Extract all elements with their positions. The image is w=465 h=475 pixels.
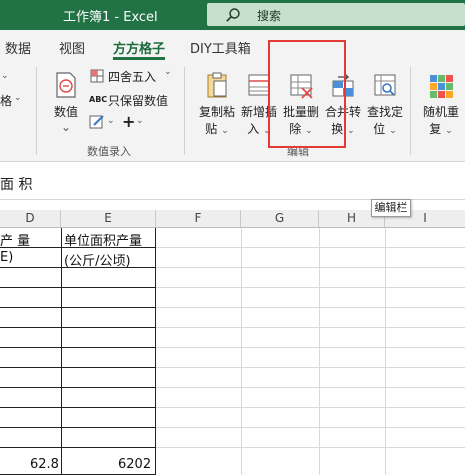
gridline [0, 447, 156, 448]
tab-diy-toolbox[interactable]: DIY工具箱 [190, 38, 251, 57]
column-header-g[interactable]: G [241, 210, 319, 228]
gridline [319, 228, 320, 475]
cell-e-last[interactable]: 6202 [118, 457, 151, 472]
gridline [156, 307, 465, 308]
copy-paste-label-2: 贴 [205, 122, 218, 136]
separator [36, 67, 37, 155]
chevron-down-icon: ⌄ [347, 126, 355, 136]
gridline [156, 247, 465, 248]
formula-bar-tooltip: 编辑栏 [371, 199, 411, 217]
tab-view[interactable]: 视图 [59, 38, 85, 57]
edit-box-icon[interactable] [89, 114, 105, 130]
cell-e1[interactable]: 单位面积产量 [64, 230, 142, 249]
round-chevron[interactable]: ⌄ [164, 67, 172, 77]
find-locate-label: 查找定 [366, 105, 403, 119]
copy-paste-button[interactable]: 复制粘 贴 ⌄ [196, 67, 236, 141]
gridline [156, 367, 465, 368]
title-bar: 工作簿1 - Excel 搜索 [0, 0, 465, 30]
chevron-down-icon: ⌄ [60, 120, 72, 134]
gridline [0, 367, 156, 368]
clipboard-icon [207, 72, 227, 98]
ribbon-tabs: 数据 视图 方方格子 DIY工具箱 [0, 30, 465, 61]
gridline [156, 387, 465, 388]
gridline [241, 228, 242, 475]
chevron-down-icon: ⌄ [221, 126, 229, 136]
search-icon [226, 8, 240, 22]
gridline [0, 427, 156, 428]
cell-d1[interactable]: 产 量 [0, 230, 30, 249]
cell-d2[interactable]: E) [0, 250, 13, 265]
gridline [156, 447, 465, 448]
left-chevron-1[interactable]: ⌄ [1, 71, 9, 81]
search-box[interactable]: 搜索 [207, 3, 465, 26]
gridline [0, 387, 156, 388]
value-icon [56, 72, 76, 98]
gridline [156, 267, 465, 268]
cell-d-last[interactable]: 62.8 [30, 457, 59, 472]
active-tab-indicator [113, 57, 165, 60]
gridline [0, 327, 156, 328]
gridline [156, 287, 465, 288]
separator [184, 67, 185, 155]
add-chevron[interactable]: ⌄ [136, 116, 144, 126]
search-label: 搜索 [257, 9, 282, 23]
random-repeat-label: 随机重 [422, 105, 459, 119]
edit-chevron[interactable]: ⌄ [107, 116, 115, 126]
chevron-down-icon: ⌄ [389, 126, 397, 136]
gridline [0, 287, 156, 288]
column-header-f[interactable]: F [156, 210, 241, 228]
find-locate-label-2: 位 [373, 122, 386, 136]
copy-paste-label: 复制粘 [198, 105, 235, 119]
random-repeat-button[interactable]: 随机重 复 ⌄ [420, 67, 460, 141]
column-header-e[interactable]: E [61, 210, 156, 228]
separator [410, 67, 411, 155]
gridline [0, 407, 156, 408]
gridline [156, 327, 465, 328]
value-button[interactable]: 数值 ⌄ [45, 67, 85, 141]
gridline [0, 347, 156, 348]
left-partial-item[interactable]: 格 [0, 92, 12, 109]
gridline [156, 427, 465, 428]
add-icon[interactable]: + [122, 112, 135, 131]
gridline [385, 228, 386, 475]
ribbon: ⌄ 格 ⌄ 数值 ⌄ 四舍五入 ⌄ ABC 只保留数值 ⌄ + ⌄ 数值录入 复… [0, 61, 465, 162]
gridline [0, 307, 156, 308]
column-header-d[interactable]: D [0, 210, 61, 228]
highlight-box [268, 40, 346, 148]
tab-fangfanggezi[interactable]: 方方格子 [113, 38, 165, 57]
formula-text[interactable]: 面 积 [0, 174, 32, 194]
numeric-group-label: 数值录入 [87, 145, 131, 158]
left-chevron-2[interactable]: ⌄ [14, 93, 22, 103]
gridline [61, 228, 62, 475]
window-title: 工作簿1 - Excel [63, 10, 158, 25]
find-grid-icon [374, 74, 396, 96]
insert-label-2: 入 [247, 122, 260, 136]
keep-values-button[interactable]: 只保留数值 [108, 92, 168, 109]
gridline [156, 407, 465, 408]
grid-round-icon [90, 69, 104, 83]
value-label: 数值 [53, 105, 78, 119]
gridline [155, 228, 156, 475]
chevron-down-icon: ⌄ [445, 126, 453, 136]
gridline [156, 347, 465, 348]
random-repeat-label-2: 复 [429, 122, 442, 136]
round-button[interactable]: 四舍五入 [108, 68, 156, 85]
abc-icon: ABC [89, 95, 108, 104]
find-locate-button[interactable]: 查找定 位 ⌄ [364, 67, 404, 141]
cell-e2[interactable]: (公斤/公顷) [64, 250, 131, 269]
tab-data[interactable]: 数据 [5, 38, 31, 57]
random-grid-icon [430, 75, 453, 98]
